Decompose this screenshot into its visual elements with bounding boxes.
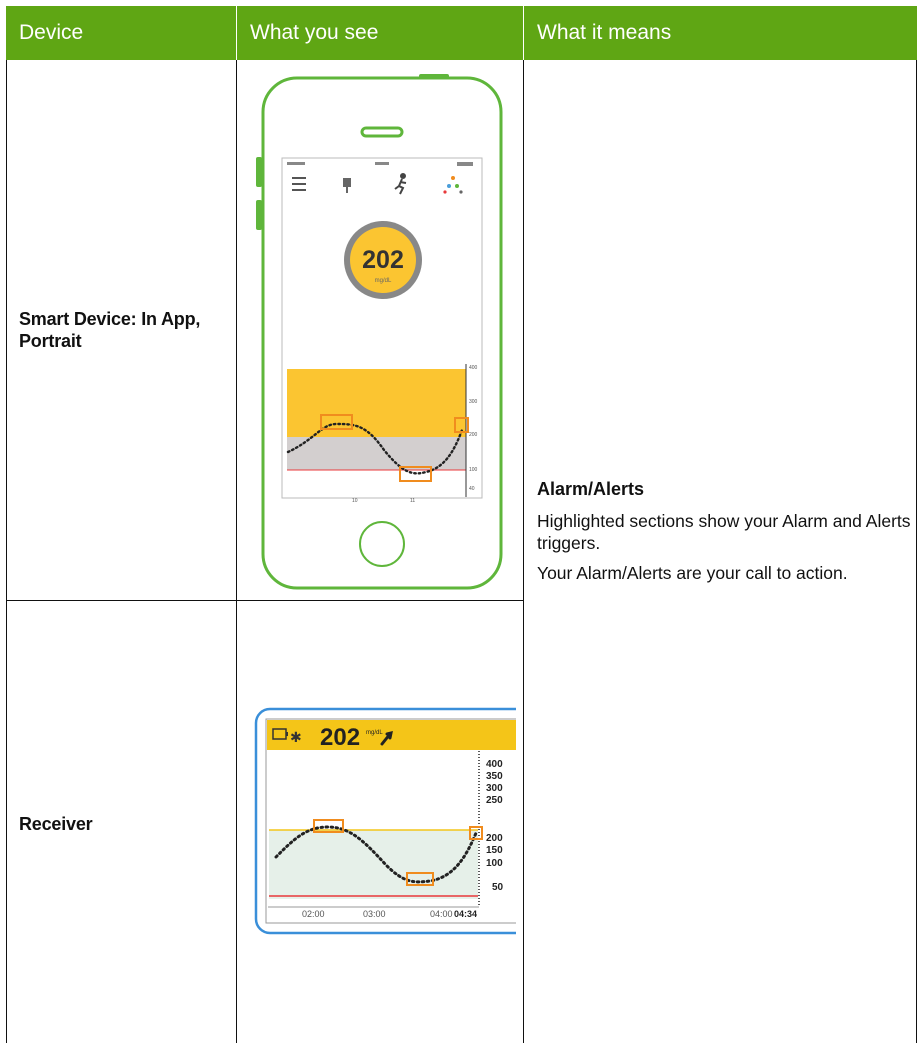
meaning-title: Alarm/Alerts xyxy=(537,479,645,499)
phone-side-button xyxy=(256,200,262,230)
header-what-you-see: What you see xyxy=(237,6,523,60)
status-time-mark xyxy=(375,162,389,165)
phone-side-button xyxy=(256,157,262,187)
phone-graph-x-label: 10 xyxy=(352,498,358,504)
header-what-it-means: What it means xyxy=(524,6,917,60)
battery-icon xyxy=(457,162,473,166)
high-range-band xyxy=(287,369,466,437)
device-label-smart: Smart Device: In App, Portrait xyxy=(19,309,201,351)
row-divider xyxy=(6,600,524,601)
target-range-band xyxy=(269,830,478,899)
phone-glucose-value: 202 xyxy=(362,246,404,274)
receiver-y-label: 400 xyxy=(486,759,503,770)
column-divider xyxy=(523,60,524,1043)
receiver-glucose-value: 202 xyxy=(320,724,360,751)
phone-graph-y-label: 400 xyxy=(469,365,478,371)
receiver-current-time: 04:34 xyxy=(454,909,477,919)
device-table: Device What you see What it means Smart … xyxy=(6,6,917,1043)
header-device: Device xyxy=(6,6,236,60)
bluetooth-icon: ✱ xyxy=(290,729,302,745)
signal-icon xyxy=(287,162,305,165)
phone-glucose-unit: mg/dL xyxy=(375,278,392,284)
phone-graph-y-label: 40 xyxy=(469,486,475,492)
phone-graph-y-label: 200 xyxy=(469,432,478,438)
receiver-illustration: ✱ 202 mg/dL 400 350 300 250 200 150 100 … xyxy=(254,707,516,935)
receiver-y-label: 300 xyxy=(486,783,503,794)
device-label-receiver: Receiver xyxy=(19,814,93,834)
receiver-y-label: 250 xyxy=(486,795,503,806)
receiver-x-label: 03:00 xyxy=(363,909,386,919)
receiver-y-label: 200 xyxy=(486,833,503,844)
table-border-left xyxy=(6,60,7,1043)
smart-device-illustration: 202 mg/dL 400 300 200 100 40 10 11 xyxy=(256,74,503,590)
receiver-y-label: 150 xyxy=(486,845,503,856)
receiver-y-label: 100 xyxy=(486,858,503,869)
column-divider xyxy=(236,60,237,1043)
phone-graph-x-label: 11 xyxy=(410,498,415,504)
receiver-x-label: 02:00 xyxy=(302,909,325,919)
meaning-paragraph: Your Alarm/Alerts are your call to actio… xyxy=(537,563,848,583)
receiver-x-label: 04:00 xyxy=(430,909,453,919)
receiver-glucose-unit: mg/dL xyxy=(366,730,383,736)
phone-graph-y-label: 100 xyxy=(469,467,478,473)
phone-graph-y-label: 300 xyxy=(469,399,478,405)
meaning-paragraph: Highlighted sections show your Alarm and… xyxy=(537,511,911,553)
receiver-y-label: 50 xyxy=(492,882,504,893)
receiver-y-label: 350 xyxy=(486,771,503,782)
